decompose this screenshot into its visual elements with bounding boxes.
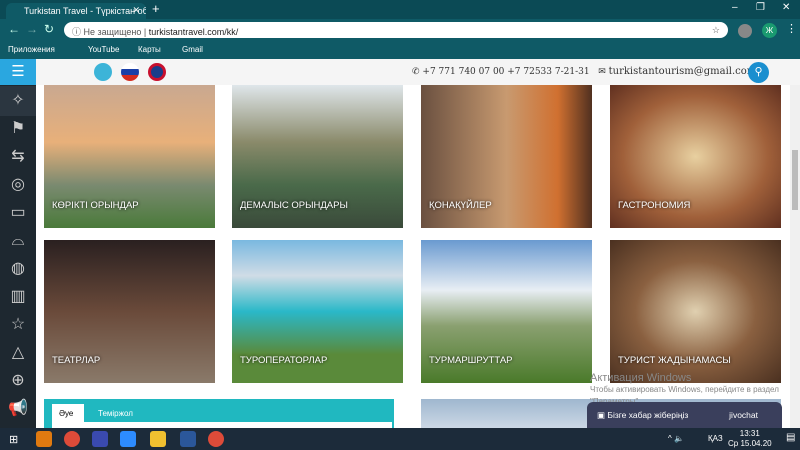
tab-rail[interactable]: Теміржол bbox=[98, 409, 133, 418]
globe-luggage-icon[interactable]: ◍ bbox=[0, 254, 36, 284]
maximize-button[interactable]: ❐ bbox=[756, 2, 765, 13]
back-button[interactable]: ← bbox=[8, 22, 20, 36]
app-icon[interactable] bbox=[92, 431, 108, 447]
new-tab-button[interactable]: + bbox=[152, 1, 160, 16]
security-label: Не защищено bbox=[83, 27, 142, 37]
stars-icon[interactable]: ☆ bbox=[0, 310, 36, 340]
chat-icon: ▣ bbox=[597, 410, 606, 420]
email-link[interactable]: turkistantourism@gmail.com bbox=[609, 66, 757, 77]
bookmark-maps[interactable]: Карты bbox=[138, 45, 161, 54]
signpost-icon[interactable]: ⇆ bbox=[0, 142, 36, 172]
chat-label: Бізге хабар жіберіңіз bbox=[607, 410, 689, 420]
url-text: turkistantravel.com/kk/ bbox=[148, 27, 239, 37]
chrome-icon-2[interactable] bbox=[208, 431, 224, 447]
compass-rose-icon[interactable]: ✧ bbox=[0, 86, 36, 116]
menu-dots-icon[interactable]: ⋮ bbox=[786, 22, 797, 35]
category-card[interactable]: КӨРІКТІ ОРЫНДАР bbox=[44, 85, 215, 228]
card-label: ГАСТРОНОМИЯ bbox=[618, 200, 691, 211]
uk-flag-icon[interactable] bbox=[148, 63, 166, 81]
bookmark-gmail[interactable]: Gmail bbox=[182, 45, 203, 54]
bookmarks-bar: Приложения YouTube Карты Gmail bbox=[0, 41, 800, 59]
search-button[interactable]: ⚲ bbox=[748, 62, 769, 83]
category-card[interactable]: ГАСТРОНОМИЯ bbox=[610, 85, 781, 228]
category-card[interactable]: ДЕМАЛЫС ОРЫНДАРЫ bbox=[232, 85, 403, 228]
card-label: ТЕАТРЛАР bbox=[52, 355, 101, 366]
mail-icon: ✉ bbox=[598, 67, 606, 77]
card-label: ҚОНАҚҮЙЛЕР bbox=[429, 200, 492, 211]
language-indicator[interactable]: ҚАЗ bbox=[708, 434, 723, 443]
card-label: ТУРОПЕРАТОРЛАР bbox=[240, 355, 328, 366]
russian-flag-icon[interactable] bbox=[121, 63, 139, 81]
card-label: КӨРІКТІ ОРЫНДАР bbox=[52, 200, 139, 211]
kazakh-flag-icon[interactable] bbox=[94, 63, 112, 81]
tab-air[interactable]: Әуе bbox=[52, 404, 84, 422]
file-explorer-icon[interactable] bbox=[150, 431, 166, 447]
browser-tab[interactable]: Turkistan Travel - Түркістан обл ✕ bbox=[6, 3, 146, 19]
compass-icon[interactable]: ◎ bbox=[0, 170, 36, 200]
windows-start-icon[interactable]: ⊞ bbox=[9, 433, 18, 446]
phone-icon: ✆ bbox=[412, 67, 420, 77]
card-label: ТУРИСТ ЖАДЫНАМАСЫ bbox=[618, 355, 731, 366]
zoom-icon[interactable] bbox=[120, 431, 136, 447]
cloche-icon[interactable]: ⌓ bbox=[0, 226, 36, 256]
address-bar[interactable]: ⓘ Не защищено | turkistantravel.com/kk/☆ bbox=[64, 22, 728, 38]
contacts: ✆ +7 771 740 07 00 +7 72533 7-21-31 ✉ tu… bbox=[412, 66, 756, 77]
flag-icon[interactable]: ⚑ bbox=[0, 114, 36, 144]
reload-button[interactable]: ↻ bbox=[44, 22, 54, 36]
close-window-button[interactable]: ✕ bbox=[782, 2, 790, 13]
notifications-icon[interactable]: ▤ bbox=[786, 432, 795, 443]
clock[interactable]: 13:31 Ср 15.04.20 bbox=[728, 429, 772, 449]
category-card[interactable]: ҚОНАҚҮЙЛЕР bbox=[421, 85, 592, 228]
category-card[interactable]: ТУРИСТ ЖАДЫНАМАСЫ bbox=[610, 240, 781, 383]
forward-button[interactable]: → bbox=[26, 22, 38, 36]
chrome-icon[interactable] bbox=[64, 431, 80, 447]
sublime-icon[interactable] bbox=[36, 431, 52, 447]
word-icon[interactable] bbox=[180, 431, 196, 447]
globe-icon[interactable]: ⊕ bbox=[0, 366, 36, 396]
profile-avatar[interactable]: Ж bbox=[762, 23, 777, 38]
close-tab-icon[interactable]: ✕ bbox=[132, 5, 140, 16]
megaphone-icon[interactable]: 📢 bbox=[0, 394, 36, 424]
tray-icons[interactable]: ^ 🔈 bbox=[668, 434, 684, 443]
hamburger-menu-icon[interactable]: ☰ bbox=[0, 59, 36, 85]
bookmark-apps[interactable]: Приложения bbox=[8, 45, 55, 54]
tab-title: Turkistan Travel - Түркістан обл bbox=[24, 6, 146, 16]
tent-icon[interactable]: △ bbox=[0, 338, 36, 368]
category-card[interactable]: ТУРОПЕРАТОРЛАР bbox=[232, 240, 403, 383]
bookmark-youtube[interactable]: YouTube bbox=[88, 45, 119, 54]
star-icon[interactable]: ☆ bbox=[712, 25, 720, 36]
scrollbar[interactable] bbox=[790, 85, 800, 428]
map-icon[interactable]: ▥ bbox=[0, 282, 36, 312]
card-label: ДЕМАЛЫС ОРЫНДАРЫ bbox=[240, 200, 348, 211]
category-card[interactable]: ТЕАТРЛАР bbox=[44, 240, 215, 383]
scrollbar-thumb[interactable] bbox=[792, 150, 798, 210]
category-card[interactable]: ТУРМАРШРУТТАР bbox=[421, 240, 592, 383]
extension-icon[interactable] bbox=[738, 24, 752, 38]
card-label: ТУРМАРШРУТТАР bbox=[429, 355, 513, 366]
chat-widget[interactable]: ▣ Бізге хабар жіберіңіз jivochat bbox=[587, 402, 782, 428]
chat-brand: jivochat bbox=[729, 410, 758, 420]
bed-icon[interactable]: ▭ bbox=[0, 198, 36, 228]
phone-numbers: +7 771 740 07 00 +7 72533 7-21-31 bbox=[422, 67, 590, 77]
taskbar: ⊞ ^ 🔈 ҚАЗ 13:31 Ср 15.04.20 ▤ bbox=[0, 428, 800, 450]
minimize-button[interactable]: – bbox=[732, 2, 738, 13]
